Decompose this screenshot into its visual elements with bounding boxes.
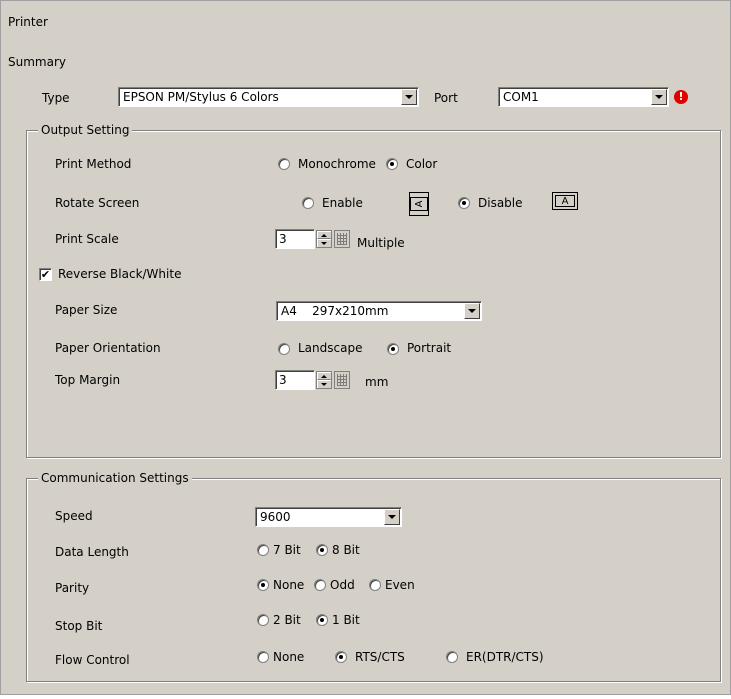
type-select[interactable]: EPSON PM/Stylus 6 Colors bbox=[118, 87, 419, 107]
radio-rotate-enable-label: Enable bbox=[322, 196, 363, 210]
radio-monochrome[interactable] bbox=[278, 158, 290, 170]
top-margin-value: 3 bbox=[279, 373, 287, 387]
radio-8bit[interactable] bbox=[316, 544, 328, 556]
chevron-down-icon[interactable] bbox=[464, 303, 480, 319]
keypad-icon[interactable] bbox=[334, 230, 350, 248]
radio-2bit-label: 2 Bit bbox=[273, 613, 301, 627]
paper-size-value: A4 297x210mm bbox=[281, 304, 389, 318]
radio-parity-odd[interactable] bbox=[314, 579, 326, 591]
radio-flow-none-label: None bbox=[273, 650, 305, 664]
radio-color-label: Color bbox=[406, 157, 438, 171]
print-scale-unit: Multiple bbox=[357, 236, 405, 250]
radio-portrait-label: Portrait bbox=[407, 341, 452, 355]
rotate-portrait-glyph: A bbox=[555, 195, 575, 207]
radio-8bit-label: 8 Bit bbox=[332, 543, 360, 557]
print-method-label: Print Method bbox=[55, 157, 132, 171]
radio-flow-er[interactable] bbox=[446, 651, 458, 663]
radio-flow-none[interactable] bbox=[257, 651, 269, 663]
port-select-value: COM1 bbox=[503, 90, 539, 104]
output-setting-title: Output Setting bbox=[38, 123, 133, 138]
top-margin-input[interactable]: 3 bbox=[275, 370, 315, 390]
radio-landscape-label: Landscape bbox=[298, 341, 363, 355]
radio-flow-rtscts[interactable] bbox=[335, 651, 347, 663]
print-scale-label: Print Scale bbox=[55, 232, 119, 246]
radio-portrait[interactable] bbox=[387, 343, 399, 355]
radio-color[interactable] bbox=[386, 158, 398, 170]
speed-value: 9600 bbox=[260, 510, 291, 524]
rotate-landscape-glyph: A bbox=[410, 197, 428, 211]
paper-size-select[interactable]: A4 297x210mm bbox=[276, 301, 482, 321]
radio-flow-rtscts-label: RTS/CTS bbox=[355, 650, 405, 664]
communication-settings-title: Communication Settings bbox=[38, 471, 192, 486]
radio-1bit[interactable] bbox=[316, 614, 328, 626]
print-scale-input[interactable]: 3 bbox=[275, 229, 315, 249]
print-scale-spinner[interactable] bbox=[316, 230, 332, 248]
radio-parity-even-label: Even bbox=[385, 578, 415, 592]
rotate-screen-label: Rotate Screen bbox=[55, 196, 140, 210]
radio-rotate-disable-label: Disable bbox=[478, 196, 523, 210]
chevron-down-icon[interactable] bbox=[384, 509, 400, 525]
rotate-portrait-icon: A bbox=[552, 192, 578, 210]
summary-heading: Summary bbox=[8, 55, 66, 69]
radio-2bit[interactable] bbox=[257, 614, 269, 626]
keypad-icon[interactable] bbox=[334, 371, 350, 389]
top-margin-spinner[interactable] bbox=[316, 371, 332, 389]
warning-icon: ! bbox=[674, 90, 688, 104]
chevron-down-icon[interactable] bbox=[651, 89, 667, 105]
radio-parity-odd-label: Odd bbox=[330, 578, 355, 592]
type-select-value: EPSON PM/Stylus 6 Colors bbox=[123, 90, 279, 104]
chevron-down-icon[interactable] bbox=[401, 89, 417, 105]
radio-landscape[interactable] bbox=[278, 343, 290, 355]
radio-parity-even[interactable] bbox=[369, 579, 381, 591]
printer-settings-panel: Printer Summary Type EPSON PM/Stylus 6 C… bbox=[0, 0, 731, 695]
top-margin-unit: mm bbox=[365, 375, 389, 389]
radio-parity-none-label: None bbox=[273, 578, 305, 592]
speed-select[interactable]: 9600 bbox=[255, 507, 402, 527]
radio-7bit-label: 7 Bit bbox=[273, 543, 301, 557]
print-scale-value: 3 bbox=[279, 232, 287, 246]
rotate-landscape-icon: A bbox=[409, 192, 429, 216]
window-title: Printer bbox=[8, 15, 48, 29]
stop-bit-label: Stop Bit bbox=[55, 619, 103, 633]
radio-rotate-enable[interactable] bbox=[302, 197, 314, 209]
reverse-bw-checkbox[interactable]: ✔ bbox=[39, 268, 52, 281]
type-label: Type bbox=[42, 91, 70, 105]
flow-control-label: Flow Control bbox=[55, 653, 130, 667]
paper-size-label: Paper Size bbox=[55, 303, 118, 317]
radio-1bit-label: 1 Bit bbox=[332, 613, 360, 627]
radio-monochrome-label: Monochrome bbox=[298, 157, 376, 171]
top-margin-label: Top Margin bbox=[55, 373, 121, 387]
radio-7bit[interactable] bbox=[257, 544, 269, 556]
radio-rotate-disable[interactable] bbox=[458, 197, 470, 209]
speed-label: Speed bbox=[55, 509, 93, 523]
data-length-label: Data Length bbox=[55, 545, 129, 559]
parity-label: Parity bbox=[55, 581, 90, 595]
radio-parity-none[interactable] bbox=[257, 579, 269, 591]
reverse-bw-label: Reverse Black/White bbox=[58, 267, 182, 281]
port-select[interactable]: COM1 bbox=[498, 87, 669, 107]
radio-flow-er-label: ER(DTR/CTS) bbox=[466, 650, 544, 664]
paper-orientation-label: Paper Orientation bbox=[55, 341, 161, 355]
output-setting-group bbox=[26, 130, 721, 458]
port-label: Port bbox=[434, 91, 458, 105]
